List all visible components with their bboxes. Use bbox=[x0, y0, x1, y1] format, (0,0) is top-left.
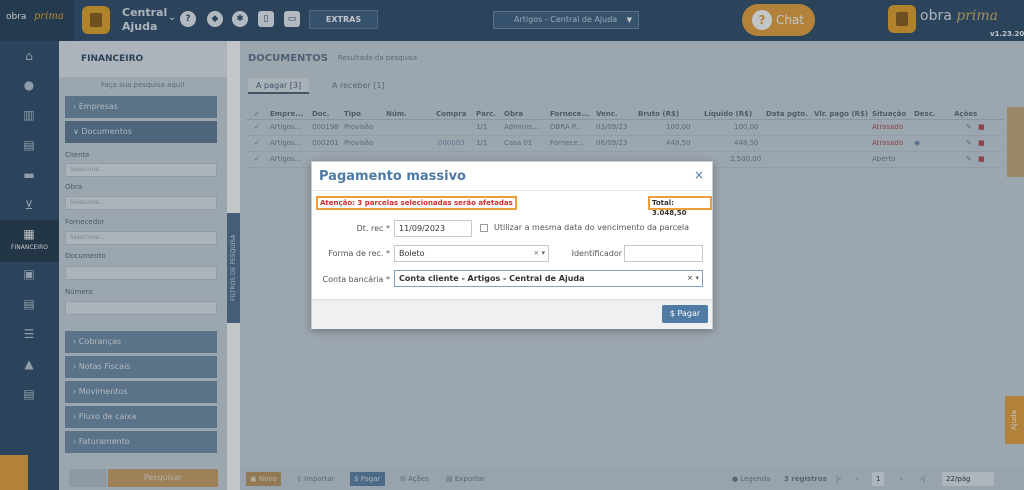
clear-caret-icon[interactable]: × ▾ bbox=[687, 271, 699, 286]
conta-select[interactable]: Conta cliente - Artigos - Central de Aju… bbox=[394, 270, 703, 287]
pagamento-massivo-dialog: Pagamento massivo × Atenção: 3 parcelas … bbox=[311, 161, 713, 329]
identificador-label: Identificador bbox=[571, 249, 622, 258]
dialog-title: Pagamento massivo bbox=[319, 169, 466, 184]
same-date-label: Utilizar a mesma data do vencimento da p… bbox=[494, 223, 690, 232]
dialog-footer bbox=[312, 299, 712, 329]
conta-label: Conta bancária * bbox=[322, 275, 390, 284]
identificador-input[interactable] bbox=[624, 245, 703, 262]
dt-rec-label: Dt. rec * bbox=[356, 224, 390, 233]
close-icon[interactable]: × bbox=[694, 168, 704, 182]
total-badge: Total: 3.048,50 bbox=[648, 196, 712, 217]
warning-message: Atenção: 3 parcelas selecionadas serão a… bbox=[316, 196, 517, 210]
forma-label: Forma de rec. * bbox=[328, 249, 390, 258]
dt-rec-input[interactable]: 11/09/2023 bbox=[394, 220, 472, 237]
pagar-button[interactable]: $ Pagar bbox=[662, 305, 708, 323]
forma-select[interactable]: Boleto × ▾ bbox=[394, 245, 549, 262]
clear-caret-icon[interactable]: × ▾ bbox=[533, 246, 545, 261]
same-date-checkbox[interactable] bbox=[480, 224, 488, 232]
